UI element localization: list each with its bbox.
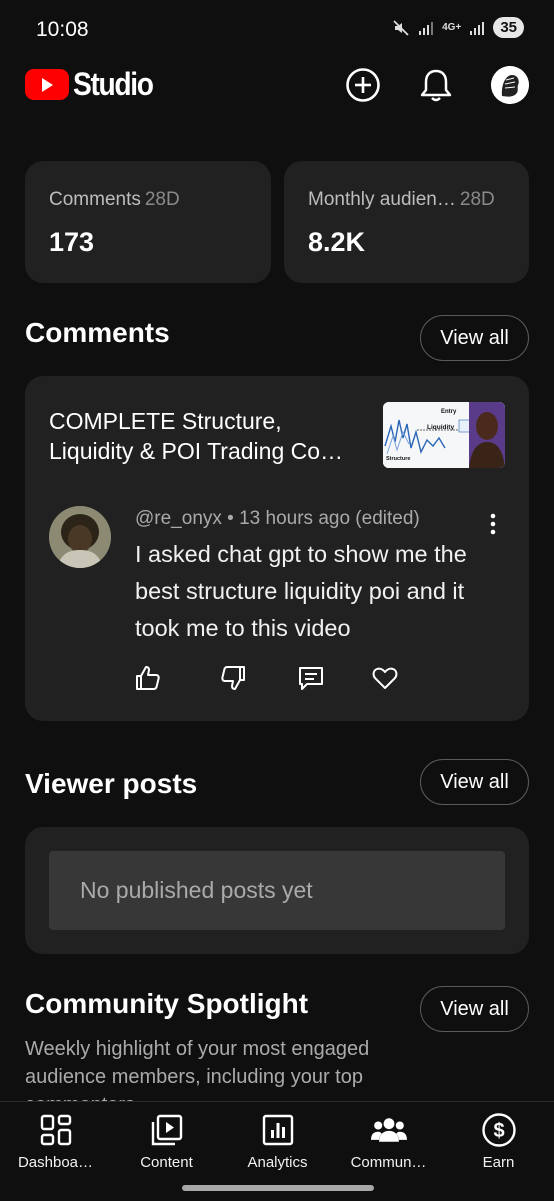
logo-play-icon — [25, 69, 69, 100]
comment-card: COMPLETE Structure, Liquidity & POI Trad… — [25, 376, 529, 721]
like-icon — [136, 666, 160, 690]
nav-item-dashboard[interactable]: Dashboa… — [0, 1112, 111, 1171]
reply-button[interactable] — [297, 664, 325, 692]
heart-button[interactable] — [371, 664, 399, 692]
dashboard-icon — [38, 1112, 74, 1148]
stat-card-comments[interactable]: Comments 28D 173 — [25, 161, 271, 283]
heart-icon — [372, 667, 398, 689]
stat-value: 8.2K — [308, 227, 366, 257]
status-time: 10:08 — [36, 18, 89, 41]
video-title[interactable]: COMPLETE Structure, Liquidity & POI Trad… — [49, 406, 365, 466]
create-button[interactable] — [343, 65, 383, 105]
nav-item-community[interactable]: Commun… — [333, 1112, 444, 1171]
stat-value: 173 — [49, 227, 95, 257]
account-button[interactable] — [490, 65, 530, 105]
svg-text:$: $ — [493, 1120, 504, 1142]
thumbnail-label-structure: Structure — [386, 456, 410, 462]
nav-item-earn[interactable]: $ Earn — [443, 1112, 554, 1171]
stat-label: Monthly audien… 28D — [308, 189, 495, 211]
stat-period: 28D — [459, 189, 495, 210]
stat-card-audience[interactable]: Monthly audien… 28D 8.2K — [284, 161, 529, 283]
logo-text: Studio — [73, 66, 154, 102]
youtube-studio-logo[interactable]: Studio — [25, 66, 164, 103]
notifications-button[interactable] — [416, 65, 456, 105]
comments-section-title: Comments — [25, 317, 170, 348]
stat-period: 28D — [144, 189, 180, 210]
network-type: 4G+ — [442, 22, 462, 33]
earn-icon: $ — [481, 1112, 517, 1148]
stat-label: Comments 28D — [49, 189, 180, 211]
commenter-avatar[interactable] — [49, 506, 111, 568]
bell-icon — [420, 69, 452, 102]
viewer-posts-view-all-button[interactable]: View all — [420, 759, 529, 805]
spotlight-title: Community Spotlight — [25, 988, 309, 1019]
nav-label: Commun… — [350, 1154, 427, 1171]
viewer-posts-title: Viewer posts — [25, 768, 198, 799]
signal-icon-2 — [470, 21, 485, 35]
thumbnail-label-liquidity: Liquidity — [427, 424, 454, 431]
empty-posts-text: No published posts yet — [80, 877, 313, 903]
mute-icon — [393, 19, 409, 36]
comment-more-button[interactable] — [483, 512, 503, 536]
channel-avatar — [491, 66, 529, 104]
status-icons: 4G+ 35 — [392, 17, 524, 38]
viewer-posts-card: No published posts yet — [25, 827, 529, 954]
spotlight-view-all-button[interactable]: View all — [420, 986, 529, 1032]
community-icon — [370, 1112, 407, 1148]
video-thumbnail[interactable]: Entry Liquidity Structure — [383, 402, 505, 468]
analytics-icon — [260, 1112, 296, 1148]
app-header: Studio — [0, 60, 554, 112]
gesture-bar — [182, 1185, 374, 1191]
dislike-icon — [221, 666, 245, 690]
nav-label: Dashboa… — [17, 1154, 94, 1171]
thumbnail-label-entry: Entry — [441, 409, 457, 415]
battery-indicator: 35 — [493, 17, 524, 38]
empty-posts-placeholder: No published posts yet — [49, 851, 505, 930]
nav-item-content[interactable]: Content — [111, 1112, 222, 1171]
comment-time: • 13 hours ago (edited) — [221, 508, 420, 529]
comments-view-all-button[interactable]: View all — [420, 315, 529, 361]
comment-author[interactable]: @re_onyx — [135, 508, 222, 529]
stat-label-text: Comments — [49, 189, 141, 210]
nav-label: Analytics — [247, 1154, 308, 1171]
dislike-button[interactable] — [220, 664, 248, 692]
more-vert-icon — [490, 513, 496, 535]
comment-text: I asked chat gpt to show me the best str… — [135, 541, 467, 641]
reply-icon — [299, 667, 323, 690]
comment-meta: @re_onyx • 13 hours ago (edited) — [135, 508, 420, 530]
nav-label: Content — [140, 1154, 193, 1171]
stat-label-text: Monthly audien… — [308, 189, 456, 210]
like-button[interactable] — [133, 664, 161, 692]
signal-icon — [419, 21, 434, 35]
status-bar: 10:08 4G+ 35 — [0, 0, 554, 60]
nav-label: Earn — [482, 1154, 515, 1171]
content-icon — [149, 1112, 185, 1148]
add-circle-icon — [346, 68, 380, 102]
nav-item-analytics[interactable]: Analytics — [222, 1112, 333, 1171]
